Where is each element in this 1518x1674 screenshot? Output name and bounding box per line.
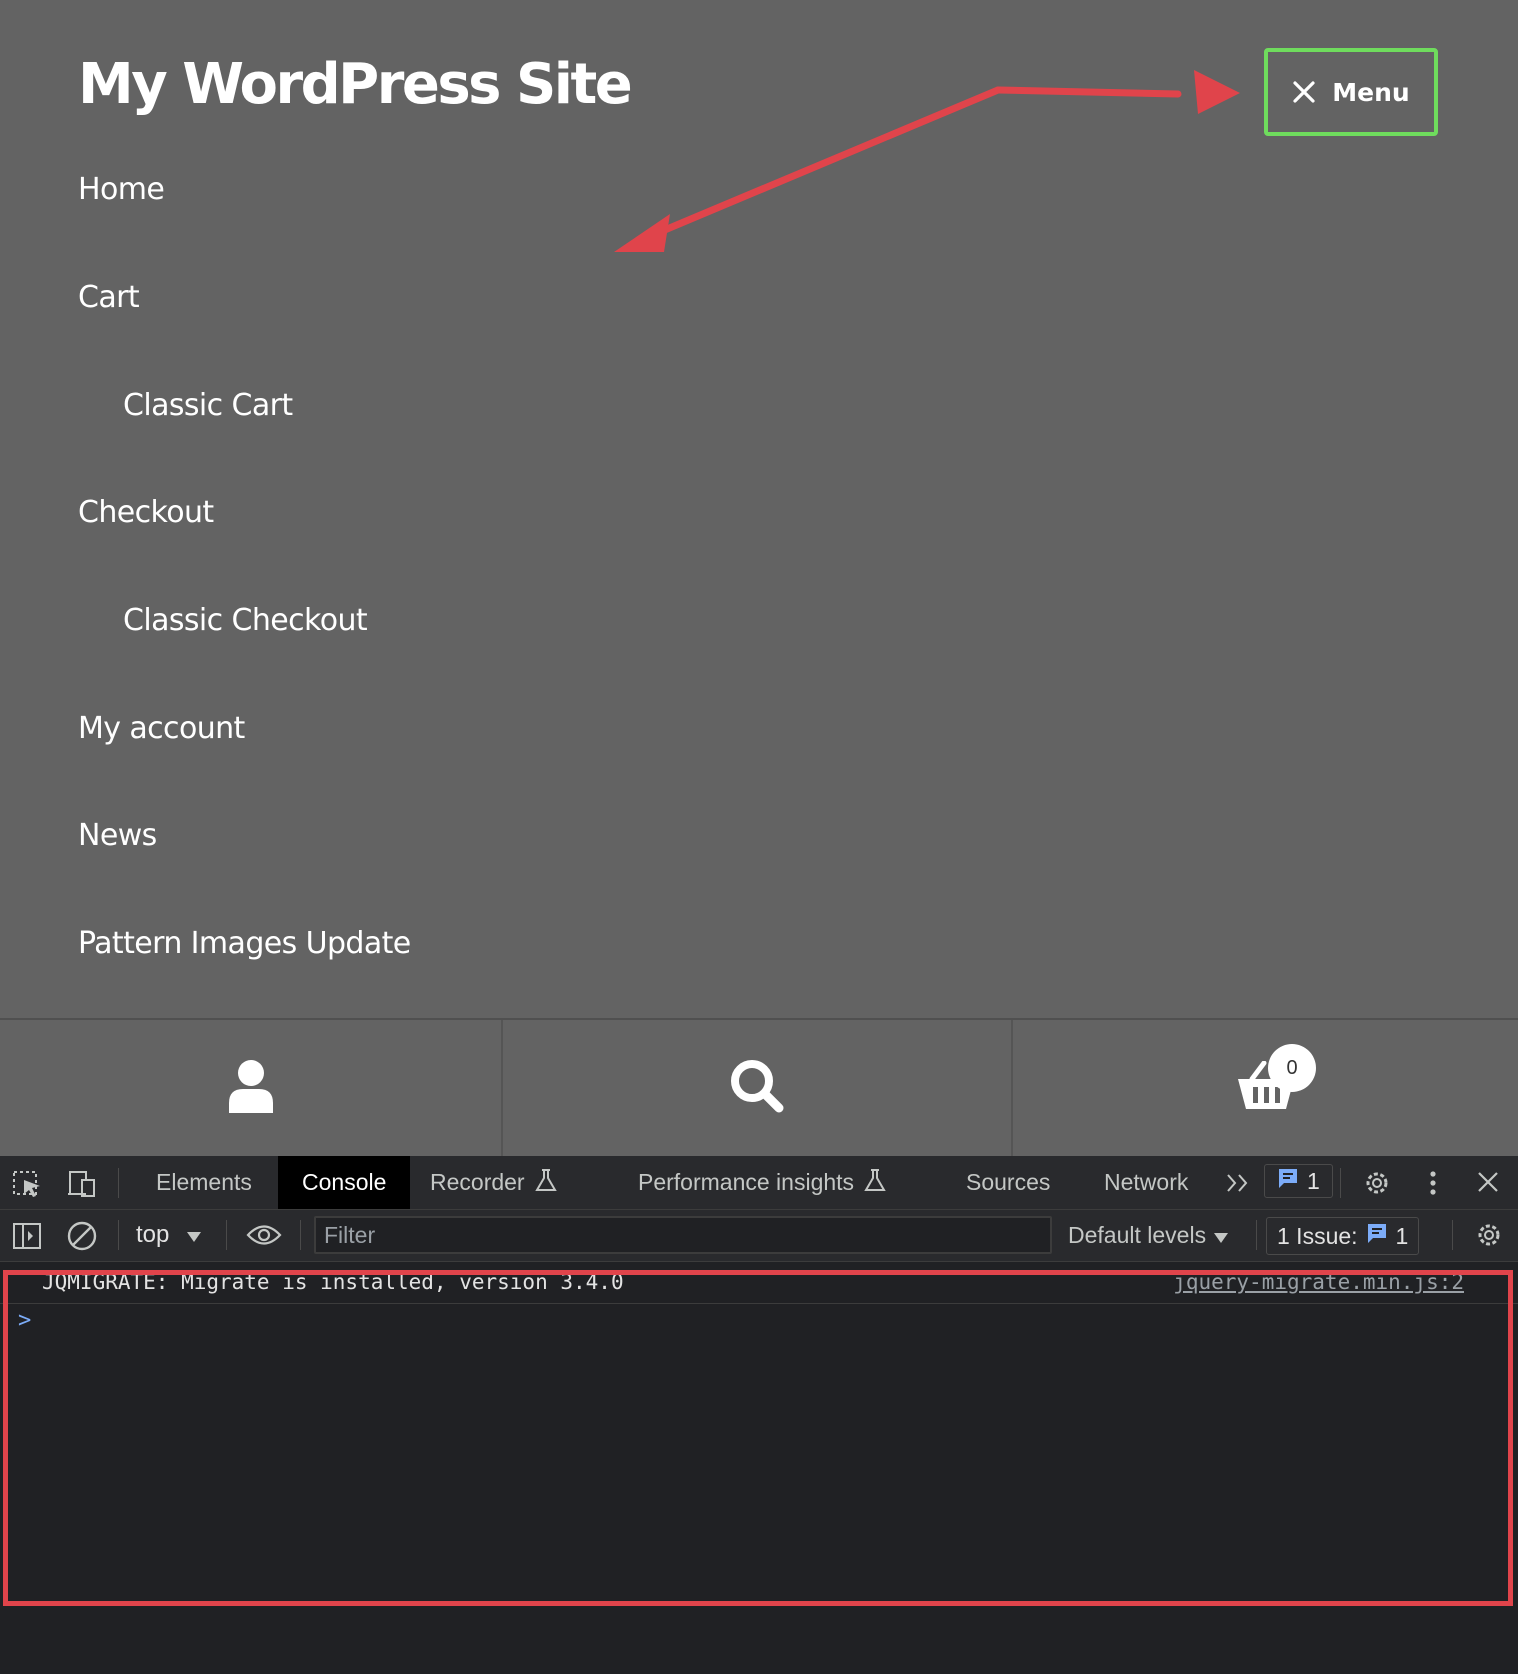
flask-icon [534,1168,557,1198]
issues-count: 1 [1395,1222,1409,1249]
execution-context-select[interactable]: top [136,1210,202,1260]
log-levels-dropdown[interactable]: Default levels [1068,1210,1229,1260]
arrow-line-left [656,86,1002,236]
user-icon [227,1059,275,1118]
console-prompt-chevron-icon: > [18,1308,32,1333]
nav-item-classic-checkout[interactable]: Classic Checkout [123,603,368,638]
arrow-head-left [614,214,670,252]
toolbar-separator [1256,1220,1257,1250]
toolbar-separator [1452,1220,1453,1250]
console-toolbar: top Default levels 1 Issue: 1 [0,1210,1518,1262]
toolbar-separator [226,1220,227,1250]
nav-item-my-account[interactable]: My account [78,711,245,746]
console-filter-input[interactable] [314,1216,1052,1254]
toolbar-separator [300,1220,301,1250]
flask-icon [864,1168,886,1198]
arrow-line-right [994,86,1182,98]
site-header-area: My WordPress Site Menu Home Cart Classic… [0,0,1518,1018]
dropdown-arrow-icon [1214,1222,1229,1249]
message-icon [1366,1222,1388,1250]
settings-gear-icon[interactable] [1362,1168,1392,1203]
toolbar-separator [118,1220,119,1250]
tab-console[interactable]: Console [278,1156,411,1209]
tab-network[interactable]: Network [1086,1156,1206,1209]
cart-button[interactable] [1013,1020,1518,1156]
message-icon [1277,1167,1299,1195]
toolbar-separator [118,1168,119,1198]
log-levels-label: Default levels [1068,1221,1207,1248]
tab-performance-insights-label: Performance insights [638,1169,855,1195]
cart-count-badge: 0 [1268,1044,1316,1092]
device-toolbar-icon[interactable] [66,1170,98,1203]
issues-label: 1 Issue: [1277,1222,1358,1249]
console-message-row: JQMIGRATE: Migrate is installed, version… [0,1262,1518,1304]
console-message-source-link[interactable]: jquery-migrate.min.js:2 [1173,1270,1464,1294]
mobile-footer-bar: 0 [0,1018,1518,1156]
arrow-head-right [1194,70,1240,114]
console-message-text: JQMIGRATE: Migrate is installed, version… [42,1270,624,1294]
issues-counter-button[interactable]: 1 Issue: 1 [1266,1217,1420,1255]
nav-item-checkout[interactable]: Checkout [78,495,214,530]
devtools-tab-bar: Elements Console Recorder Performance in… [0,1156,1518,1210]
account-button[interactable] [0,1020,502,1156]
nav-item-classic-cart[interactable]: Classic Cart [123,388,293,423]
more-options-icon[interactable] [1428,1168,1438,1203]
tab-elements[interactable]: Elements [134,1156,274,1209]
toolbar-separator [1340,1168,1341,1198]
more-tabs-icon[interactable] [1224,1170,1252,1201]
tab-sources[interactable]: Sources [948,1156,1068,1209]
search-button[interactable] [503,1020,1011,1156]
search-icon [729,1058,785,1119]
messages-counter-button[interactable]: 1 [1264,1164,1333,1198]
sidebar-toggle-icon[interactable] [12,1222,42,1255]
console-panel: JQMIGRATE: Migrate is installed, version… [0,1262,1518,1674]
tab-performance-insights[interactable]: Performance insights [618,1156,906,1209]
dropdown-arrow-icon [187,1221,202,1249]
nav-item-news[interactable]: News [78,818,157,853]
live-expression-eye-icon[interactable] [246,1222,282,1253]
annotation-arrows [614,70,1240,252]
inspect-element-icon[interactable] [12,1170,42,1203]
nav-item-pattern-images-update[interactable]: Pattern Images Update [78,926,411,961]
messages-count: 1 [1307,1167,1320,1194]
clear-console-icon[interactable] [66,1220,98,1257]
console-settings-gear-icon[interactable] [1474,1220,1504,1255]
console-input[interactable] [42,1308,1462,1338]
tab-recorder[interactable]: Recorder [414,1156,573,1209]
close-devtools-icon[interactable] [1476,1170,1500,1199]
execution-context-value: top [136,1221,170,1248]
tab-recorder-label: Recorder [430,1169,525,1195]
